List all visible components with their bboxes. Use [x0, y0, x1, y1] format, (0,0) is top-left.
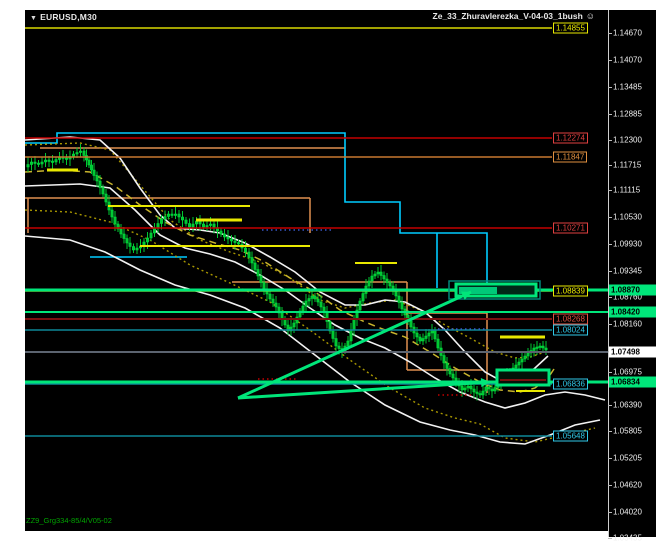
axis-price-label: 1.11115 — [613, 186, 640, 195]
axis-tick — [608, 87, 612, 88]
axis-price-label: 1.09930 — [613, 240, 642, 249]
axis-tick — [608, 485, 612, 486]
axis-price-label: 1.05805 — [613, 427, 642, 436]
axis-price-label: 1.11715 — [613, 161, 641, 170]
chevron-down-icon: ▼ — [30, 15, 37, 22]
level-price-label[interactable]: 1.08839 — [553, 286, 588, 297]
level-price-label[interactable]: 1.11847 — [553, 152, 587, 163]
level-price-label[interactable]: 1.08024 — [553, 325, 588, 336]
axis-tick — [608, 60, 612, 61]
axis-price-label: 1.12300 — [613, 136, 642, 145]
level-price-label[interactable]: 1.06836 — [553, 379, 588, 390]
axis-tick — [608, 33, 612, 34]
chart-layers — [25, 28, 608, 444]
axis-tick — [608, 372, 612, 373]
axis-price-label: 1.10530 — [613, 213, 642, 222]
axis-tick — [608, 458, 612, 459]
level-price-label[interactable]: 1.10271 — [553, 223, 588, 234]
axis-tick — [608, 538, 612, 539]
level-price-label[interactable]: 1.05648 — [553, 431, 588, 442]
axis-tick — [608, 297, 612, 298]
axis-price-label: 1.06390 — [613, 401, 642, 410]
smiley-icon: ☺ — [586, 11, 595, 21]
axis-price-label: 1.14070 — [613, 56, 642, 65]
axis-price-label: 1.05205 — [613, 454, 642, 463]
axis-tick — [608, 512, 612, 513]
price-tag: 1.07498 — [609, 347, 656, 358]
axis-tick — [608, 190, 612, 191]
axis-price-label: 1.09345 — [613, 267, 642, 276]
indicator-title: Ze_33_Zhuravlerezka_V-04-03_1bush☺ — [433, 11, 595, 21]
axis-tick — [608, 114, 612, 115]
price-tag: 1.06834 — [609, 377, 656, 388]
axis-price-label: 1.03435 — [613, 534, 642, 542]
axis-tick — [608, 431, 612, 432]
axis-price-label: 1.12885 — [613, 110, 642, 119]
axis-tick — [608, 405, 612, 406]
white-band — [25, 137, 548, 383]
level-price-label[interactable]: 1.14855 — [553, 23, 588, 34]
chart-window: ▼EURUSD,M30 Ze_33_Zhuravlerezka_V-04-03_… — [0, 0, 661, 542]
zone-box-lower[interactable] — [497, 370, 549, 385]
level-price-label[interactable]: 1.08268 — [553, 314, 588, 325]
price-tag: 1.08870 — [609, 285, 656, 296]
axis-price-label: 1.14670 — [613, 29, 642, 38]
axis-tick — [608, 140, 612, 141]
symbol-label: EURUSD,M30 — [40, 12, 97, 22]
object-anchor-icon: ▼ — [565, 2, 572, 9]
axis-price-label: 1.06975 — [613, 368, 642, 377]
chart-plot-svg — [0, 0, 661, 542]
axis-tick — [608, 217, 612, 218]
indicator-watermark: ZZ9_Grg334-85/4/V05-02 — [26, 516, 112, 525]
level-price-label[interactable]: 1.12274 — [553, 133, 588, 144]
symbol-timeframe-selector[interactable]: ▼EURUSD,M30 — [30, 12, 97, 22]
axis-price-label: 1.04620 — [613, 481, 642, 490]
axis-tick — [608, 271, 612, 272]
axis-price-label: 1.08160 — [613, 320, 642, 329]
price-tag: 1.08420 — [609, 307, 656, 318]
axis-tick — [608, 244, 612, 245]
axis-price-label: 1.13485 — [613, 83, 642, 92]
axis-tick — [608, 165, 612, 166]
cyan-step-line — [25, 133, 487, 284]
axis-tick — [608, 324, 612, 325]
axis-price-label: 1.04020 — [613, 508, 642, 517]
white-band — [25, 236, 600, 444]
candles-layer — [27, 144, 547, 401]
